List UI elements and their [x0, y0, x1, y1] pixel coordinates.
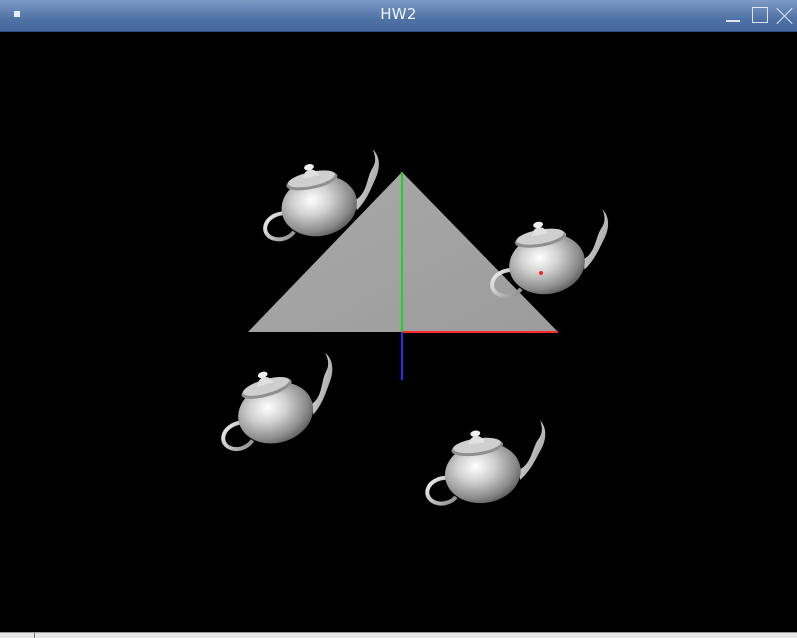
resize-grip-mark	[34, 633, 35, 638]
close-icon[interactable]	[775, 6, 793, 24]
red-point-marker	[539, 271, 543, 275]
app-window: HW2	[0, 0, 797, 638]
maximize-icon[interactable]	[751, 6, 769, 24]
title-bar[interactable]: HW2	[0, 0, 797, 32]
window-bottom-border	[0, 632, 797, 638]
window-title: HW2	[380, 5, 417, 23]
render-canvas[interactable]	[2, 32, 795, 632]
scene-view	[205, 146, 621, 513]
teapot-bottom-right	[417, 417, 556, 513]
minimize-icon[interactable]	[724, 6, 742, 24]
teapot-bottom-left	[205, 349, 351, 460]
